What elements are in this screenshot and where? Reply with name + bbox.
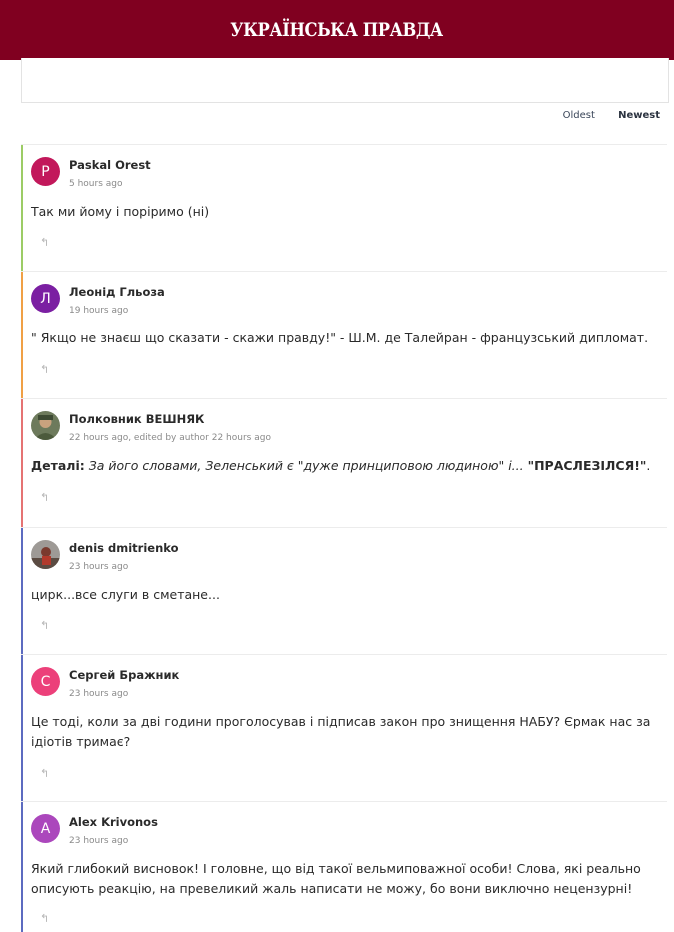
comment-text: Це тоді, коли за дві години проголосував…	[31, 714, 651, 749]
site-header: УКРАЇНСЬКА ПРАВДА	[0, 0, 674, 60]
comment-text-emphasis: "ПРАСЛЕЗІЛСЯ!"	[527, 458, 647, 473]
avatar[interactable]: Л	[31, 284, 60, 313]
comment-thread-bar	[21, 655, 23, 801]
comment-thread-bar	[21, 802, 23, 932]
user-photo-icon	[31, 540, 60, 569]
avatar[interactable]: P	[31, 157, 60, 186]
comment-text: Так ми йому і поріримо (ні)	[31, 204, 210, 219]
comment-author[interactable]: Alex Krivonos	[69, 815, 158, 829]
reply-arrow-icon[interactable]: ↰	[40, 767, 49, 780]
site-logo[interactable]: УКРАЇНСЬКА ПРАВДА	[231, 19, 444, 41]
comment-item: P Paskal Orest 5 hours ago Так ми йому і…	[21, 144, 667, 271]
comment-author[interactable]: denis dmitrienko	[69, 541, 179, 555]
reply-arrow-icon[interactable]: ↰	[40, 491, 49, 504]
avatar[interactable]	[31, 540, 60, 569]
comment-timestamp[interactable]: 22 hours ago, edited by author 22 hours …	[69, 433, 271, 443]
comment-thread-bar	[21, 399, 23, 527]
comment-text: Деталі: За його словами, Зеленський є "д…	[31, 456, 659, 476]
comment-author[interactable]: Paskal Orest	[69, 158, 151, 172]
comment-item: Л Леонід Гльоза 19 hours ago " Якщо не з…	[21, 271, 667, 398]
comment-thread-bar	[21, 528, 23, 654]
comment-author[interactable]: Леонід Гльоза	[69, 285, 165, 299]
comment-author[interactable]: Сергей Бражник	[69, 668, 179, 682]
comment-thread-bar	[21, 145, 23, 271]
comment-item: denis dmitrienko 23 hours ago цирк...все…	[21, 527, 667, 654]
reply-arrow-icon[interactable]: ↰	[40, 619, 49, 632]
comment-input-box[interactable]	[21, 58, 669, 103]
comment-list: P Paskal Orest 5 hours ago Так ми йому і…	[21, 144, 667, 932]
comment-timestamp[interactable]: 19 hours ago	[69, 306, 128, 316]
comment-text-tail: .	[646, 458, 651, 473]
user-photo-icon	[31, 411, 60, 440]
comment-item: A Alex Krivonos 23 hours ago Який глибок…	[21, 801, 667, 932]
comment-thread-bar	[21, 272, 23, 398]
reply-arrow-icon[interactable]: ↰	[40, 363, 49, 376]
comment-text: цирк...все слуги в сметане...	[31, 587, 220, 602]
reply-arrow-icon[interactable]: ↰	[40, 912, 49, 925]
comment-item: Полковник ВЕШНЯК 22 hours ago, edited by…	[21, 398, 667, 527]
comment-text-lead: Деталі:	[31, 458, 85, 473]
comment-timestamp[interactable]: 23 hours ago	[69, 562, 128, 572]
sort-controls: Oldest Newest	[543, 110, 660, 121]
avatar[interactable]: A	[31, 814, 60, 843]
comment-text: Який глибокий висновок! І головне, що ві…	[31, 861, 641, 896]
reply-arrow-icon[interactable]: ↰	[40, 236, 49, 249]
avatar[interactable]	[31, 411, 60, 440]
comment-item: С Сергей Бражник 23 hours ago Це тоді, к…	[21, 654, 667, 801]
comment-text: " Якщо не знаєш що сказати - скажи правд…	[31, 330, 649, 345]
comment-text-quote: За його словами, Зеленський є "дуже прин…	[88, 458, 524, 473]
avatar[interactable]: С	[31, 667, 60, 696]
comment-timestamp[interactable]: 23 hours ago	[69, 836, 128, 846]
sort-oldest-button[interactable]: Oldest	[563, 110, 595, 121]
sort-newest-button[interactable]: Newest	[618, 110, 660, 121]
comment-timestamp[interactable]: 23 hours ago	[69, 689, 128, 699]
comment-author[interactable]: Полковник ВЕШНЯК	[69, 412, 204, 426]
comment-timestamp[interactable]: 5 hours ago	[69, 179, 123, 189]
